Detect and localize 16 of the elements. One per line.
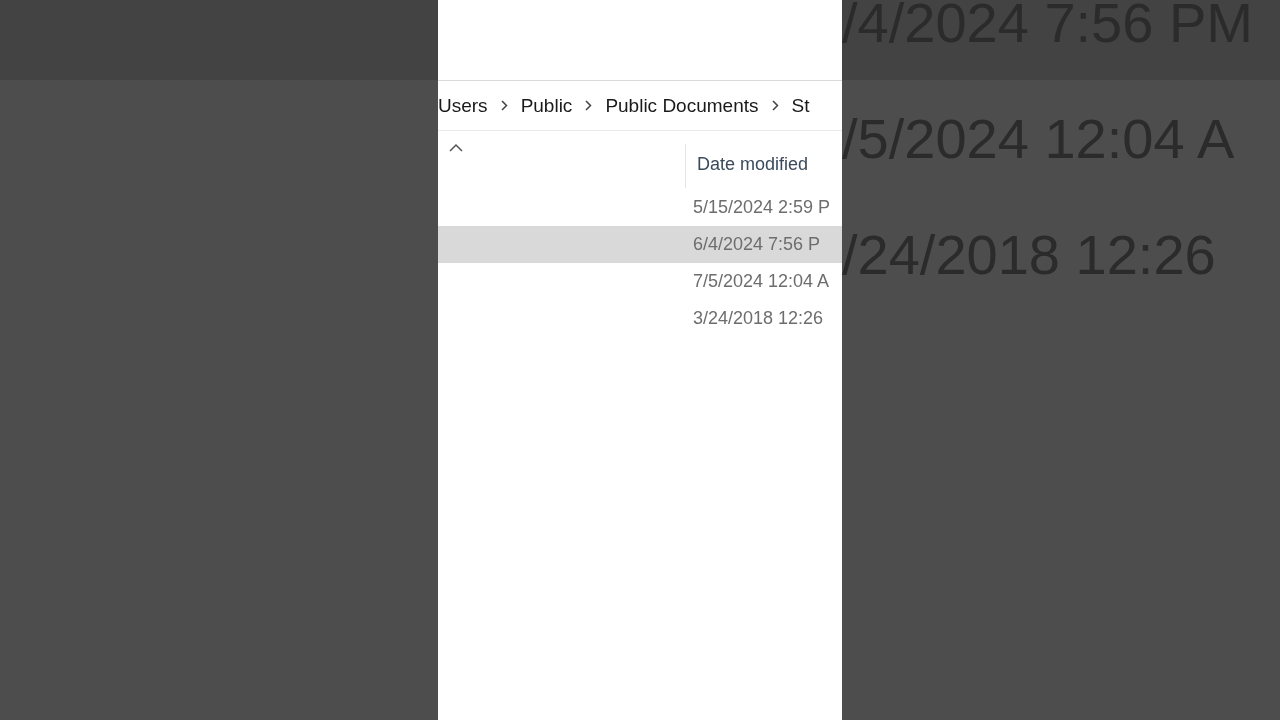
date-cell: 5/15/2024 2:59 P	[693, 197, 831, 218]
file-row[interactable]: 5/15/2024 2:59 P	[438, 189, 842, 226]
file-row[interactable]: 7/5/2024 12:04 A	[438, 263, 842, 300]
chevron-icon	[585, 100, 593, 111]
breadcrumb-item[interactable]: Public Documents	[605, 94, 759, 117]
chevron-icon	[771, 100, 779, 111]
date-cell: 3/24/2018 12:26	[693, 308, 824, 329]
breadcrumb-item[interactable]: Public	[520, 94, 573, 117]
column-header[interactable]: Date modified	[697, 154, 809, 174]
date-cell: 6/4/2024 7:56 P	[693, 234, 821, 255]
date-cell: 7/5/2024 12:04 A	[693, 271, 830, 292]
file-row[interactable]: 3/24/2018 12:26	[438, 300, 842, 337]
file-row[interactable]: 6/4/2024 7:56 P	[438, 226, 842, 263]
breadcrumb-item[interactable]: Users	[438, 94, 488, 117]
chevron-icon	[500, 100, 508, 111]
breadcrumb-item[interactable]: St	[791, 94, 810, 117]
